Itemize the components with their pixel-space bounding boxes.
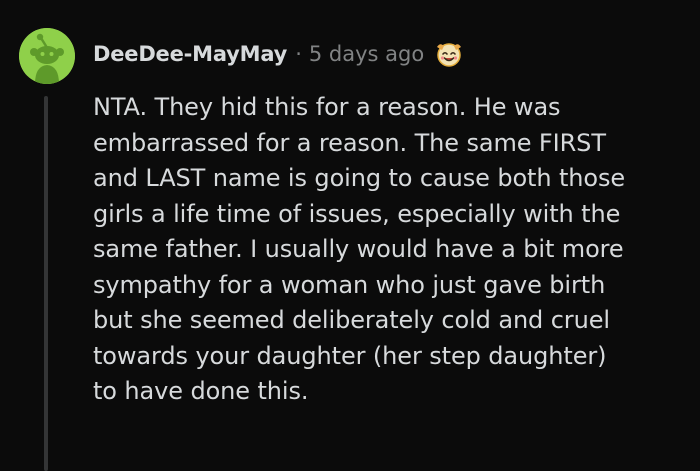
wholesome-award-icon[interactable] <box>434 39 464 69</box>
comment-body-line: to have done this. <box>93 377 309 405</box>
comment-header: DeeDee-MayMay · 5 days ago <box>93 37 464 71</box>
user-avatar[interactable] <box>19 28 75 84</box>
comment-body-line: and LAST name is going to cause both tho… <box>93 164 626 192</box>
thread-collapse-line[interactable] <box>44 96 48 471</box>
comment-body-line: but she seemed deliberately cold and cru… <box>93 306 610 334</box>
meta-separator: · <box>295 42 302 66</box>
comment-body-line: girls a life time of issues, especially … <box>93 199 621 228</box>
comment-body-line: same father. I usually would have a bit … <box>93 235 624 263</box>
comment-timestamp[interactable]: 5 days ago <box>309 42 424 66</box>
comment-body-line: sympathy for a woman who just gave birth <box>93 270 606 299</box>
comment-body: NTA. They hid this for a reason. He was … <box>93 90 693 410</box>
comment: DeeDee-MayMay · 5 days ago NTA. They hid <box>0 0 700 471</box>
comment-body-line: towards your daughter (her step daughter… <box>93 341 607 370</box>
comment-body-line: NTA. They hid this for a reason. He was <box>93 93 561 121</box>
username-link[interactable]: DeeDee-MayMay <box>93 42 287 66</box>
snoo-avatar-icon <box>19 28 75 84</box>
comment-body-line: embarrassed for a reason. The same FIRST <box>93 128 606 157</box>
